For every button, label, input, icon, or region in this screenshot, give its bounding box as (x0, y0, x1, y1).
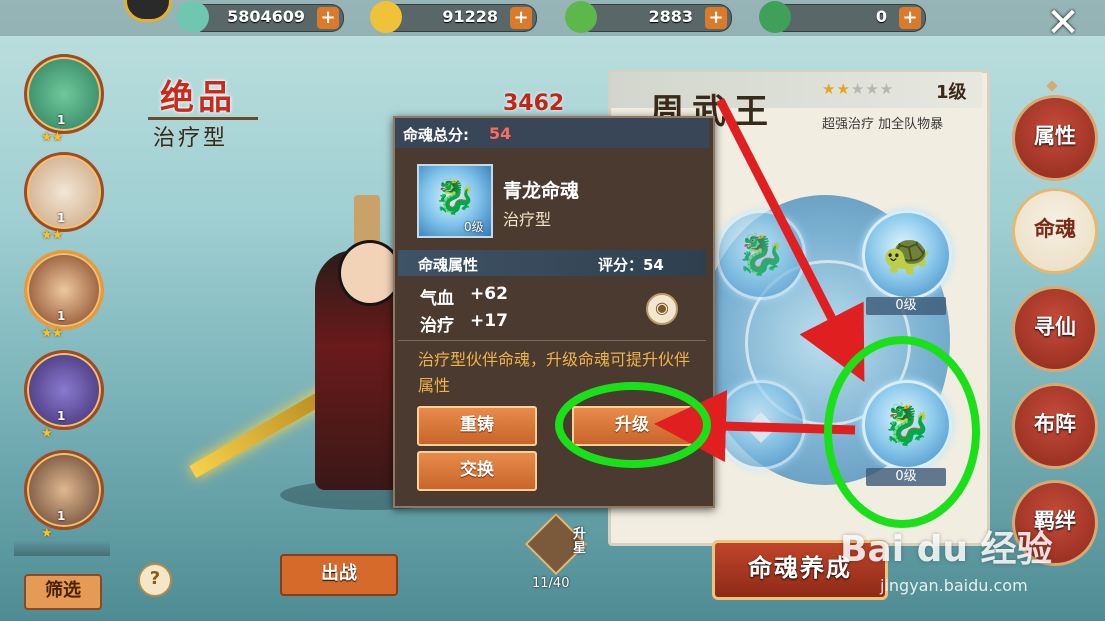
watermark-brand: Bai du 经验 (840, 529, 1053, 570)
deploy-button[interactable]: 出战 (280, 554, 398, 596)
soul-slot-dragon-icon[interactable]: 🐉 (716, 210, 806, 300)
soul-slot-icon[interactable]: ◆ (716, 380, 806, 470)
partner-stars: ★★ (41, 130, 63, 145)
attr-title: 命魂属性 (418, 256, 479, 274)
jade-icon (565, 1, 597, 33)
hero-level: 1级 (936, 82, 967, 103)
soul-name: 青龙命魂 (503, 180, 580, 202)
resource-silver: 5804609 + (177, 1, 344, 33)
filter-button[interactable]: 筛选 (24, 574, 102, 610)
partner-stars: ★★ (41, 326, 63, 341)
gold-ingot-icon (370, 1, 402, 33)
tab-attributes[interactable]: 属性 (1012, 95, 1098, 181)
soul-description: 治疗型伙伴命魂，升级命魂可提升伙伴属性 (418, 350, 691, 395)
combat-power: 3462 (503, 91, 565, 116)
jade-ring-icon (759, 1, 791, 33)
soul-score: 评分：54 (598, 256, 664, 274)
watermark-url: jingyan.baidu.com (880, 576, 1028, 595)
help-icon[interactable]: ? (138, 563, 172, 597)
resource-value: 5804609 (227, 7, 305, 26)
resource-ingot: 91228 + (370, 1, 537, 33)
soul-slot-level: 0级 (866, 297, 946, 315)
partner-level: 1 (57, 409, 66, 423)
partner-avatar[interactable]: 1 ★★ (24, 152, 104, 243)
resource-jade: 2883 + (565, 1, 732, 33)
add-jade2-button[interactable]: + (899, 7, 921, 29)
partner-level: 1 (57, 509, 66, 523)
divider (398, 340, 706, 341)
resource-value: 91228 (442, 7, 498, 26)
partner-level: 1 (57, 113, 66, 127)
hero-type: 治疗型 (153, 126, 229, 151)
soul-type: 治疗型 (503, 210, 552, 229)
upgrade-button[interactable]: 升级 (572, 406, 692, 446)
soul-level: 0级 (464, 220, 484, 234)
soul-total-label: 命魂总分: (403, 126, 469, 144)
star-up-progress: 11/40 (532, 576, 570, 591)
tab-formation[interactable]: 布阵 (1012, 383, 1098, 469)
partner-stars: ★ (41, 426, 53, 441)
soul-slot-turtle-icon[interactable]: 🐢 (862, 210, 952, 300)
star-up-label[interactable]: 升星 (573, 528, 587, 556)
rank-stars: ★★★★★ (822, 80, 894, 98)
recast-button[interactable]: 重铸 (417, 406, 537, 446)
partner-avatar[interactable]: 1 ★ (24, 350, 104, 441)
resource-jade2: 0 + (759, 1, 926, 33)
partner-stars: ★ (41, 526, 53, 541)
stat-value: +17 (470, 311, 508, 331)
tab-seek-immortal[interactable]: 寻仙 (1012, 286, 1098, 372)
eye-icon[interactable]: ◉ (646, 293, 678, 325)
silver-icon (177, 1, 209, 33)
partner-avatar[interactable]: 1 ★ (24, 450, 104, 541)
nav-ornament (1046, 80, 1058, 92)
stat-value: +62 (470, 284, 508, 304)
close-icon[interactable]: ✕ (1043, 3, 1083, 43)
soul-slot-level: 0级 (866, 468, 946, 486)
partner-level: 1 (57, 309, 66, 323)
partner-avatar[interactable]: 1 ★★ (24, 54, 104, 145)
list-divider (14, 540, 110, 556)
star-empty: ★★★ (850, 80, 895, 98)
partner-avatar-selected[interactable]: 1 ★★ (24, 250, 104, 341)
resource-value: 2883 (648, 7, 693, 26)
soul-slot-dragon-icon[interactable]: 🐉 (862, 380, 952, 470)
stat-label: 治疗 (420, 316, 454, 336)
partner-stars: ★★ (41, 228, 63, 243)
soul-total-value: 54 (489, 124, 512, 143)
resource-value: 0 (875, 7, 887, 26)
partner-level: 1 (57, 211, 66, 225)
add-jade-button[interactable]: + (705, 7, 727, 29)
star-filled: ★★ (822, 80, 851, 98)
tab-soul[interactable]: 命魂 (1012, 188, 1098, 274)
add-silver-button[interactable]: + (317, 7, 339, 29)
stat-label: 气血 (420, 289, 454, 309)
swap-button[interactable]: 交换 (417, 451, 537, 491)
hero-quality: 绝品 (160, 78, 236, 118)
add-ingot-button[interactable]: + (510, 7, 532, 29)
hero-description: 超强治疗 加全队物暴 (822, 117, 944, 132)
